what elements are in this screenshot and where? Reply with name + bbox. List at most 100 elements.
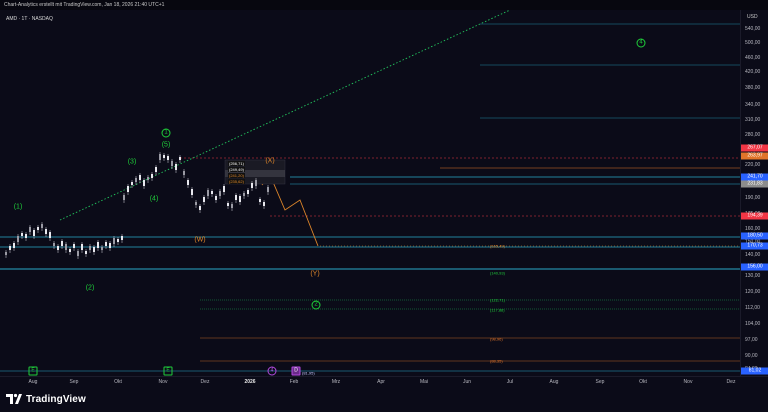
time-tick: Mrz [331,379,341,385]
candle-body [155,167,157,172]
candle-body [199,206,201,210]
candle-body [159,154,161,160]
level-label-6: (88,35) [490,358,503,364]
time-tick: Jun [462,379,472,385]
candle-body [81,244,83,250]
candle-body [175,164,177,170]
level-label-7: (81,95) [302,370,315,376]
candle-body [37,227,39,230]
price-tick: 380,00 [745,85,761,91]
time-tick: Jul [506,379,514,385]
candle-body [255,180,257,186]
price-chart[interactable] [0,10,740,376]
price-badge: 194,39 [741,212,768,220]
price-tick: 420,00 [745,69,761,75]
candle-body [85,251,87,254]
candle-body [263,202,265,206]
candle-body [65,244,67,250]
candle-body [73,244,75,248]
box-label-b: (249,49) [228,167,245,172]
price-tick: 112,00 [745,305,760,311]
price-badge: 170,73 [741,242,768,250]
price-badge: 267,07 [741,144,768,152]
candle-body [203,197,205,202]
candle-body [143,180,145,186]
time-tick: Okt [114,379,122,385]
time-tick: Sep [69,379,79,385]
price-tick: 130,00 [745,273,761,279]
wave-label-2: (2) [85,284,95,292]
candle-body [195,202,197,205]
candle-body [41,224,43,228]
currency-label: USD [747,14,758,20]
time-tick: Nov [158,379,168,385]
candle-body [207,190,209,196]
candle-body [167,156,169,160]
level-label-5: (98,96) [490,336,503,342]
candle-body [243,193,245,196]
candle-body [179,157,181,160]
level-label-3: (122,71) [490,297,505,303]
price-tick: 500,00 [745,40,761,46]
footer: TradingView [0,388,768,412]
wave-label-4: (4) [149,195,159,203]
candle-body [147,177,149,180]
box-label-a: (256,71) [228,161,245,166]
wave-label-1: (1) [13,203,23,211]
candle-body [163,155,165,158]
price-tick: 120,00 [745,289,761,295]
credit-text: Chart-Analytics erstellt mit TradingView… [4,2,165,8]
candle-body [101,247,103,250]
level-label-1: (165,49) [490,243,505,249]
tag-d: D [291,366,301,376]
wave-label-5: (5) [161,141,171,149]
candle-body [139,175,141,180]
price-tick: 104,00 [745,321,761,327]
candle-body [109,243,111,248]
symbol-line: AMD · 1T · NASDAQ [6,16,53,22]
candle-body [235,195,237,200]
time-tick: Dez [726,379,736,385]
wave-circle-1: 1 [161,128,171,138]
level-label-4: (117,88) [490,307,505,313]
candle-body [247,190,249,194]
wave-circle-2: 2 [311,300,321,310]
candle-body [183,171,185,175]
price-tick: 160,00 [745,226,761,232]
candle-body [151,174,153,178]
price-tick: 97,00 [745,337,758,343]
candle-body [33,230,35,236]
price-axis[interactable]: USD 540,00 500,00 460,00 420,00 380,00 340,00… [740,10,768,376]
time-tick: Feb [289,379,299,385]
candle-body [21,233,23,236]
candle-body [113,238,115,244]
tag-e-1: E [28,366,38,376]
candle-body [121,236,123,240]
time-tick: 2026 [244,379,256,385]
box-label-c: (241,20) [228,173,245,178]
wave-label-w: (W) [194,236,206,244]
candle-body [215,196,217,200]
price-tick: 90,00 [745,353,758,359]
candle-body [13,243,15,248]
candle-body [211,191,213,194]
price-tick: 310,00 [745,117,761,123]
candle-body [191,189,193,195]
tradingview-logo[interactable]: TradingView [6,393,86,405]
price-tick: 220,00 [745,162,761,168]
candle-body [97,242,99,248]
candle-body [93,247,95,252]
time-tick: Nov [683,379,693,385]
price-tick: 460,00 [745,55,761,61]
candle-body [127,186,129,192]
time-tick: Aug [549,379,559,385]
top-bar: Chart-Analytics erstellt mit TradingView… [0,0,768,10]
tradingview-brand: TradingView [26,393,86,405]
candle-body [89,246,91,250]
time-tick: Apr [377,379,385,385]
wave-circle-4: 4 [636,38,646,48]
candle-body [117,239,119,242]
box-label-d: (235,62) [228,179,245,184]
price-tick: 540,00 [745,26,761,32]
price-badge: 231,83 [741,180,768,188]
